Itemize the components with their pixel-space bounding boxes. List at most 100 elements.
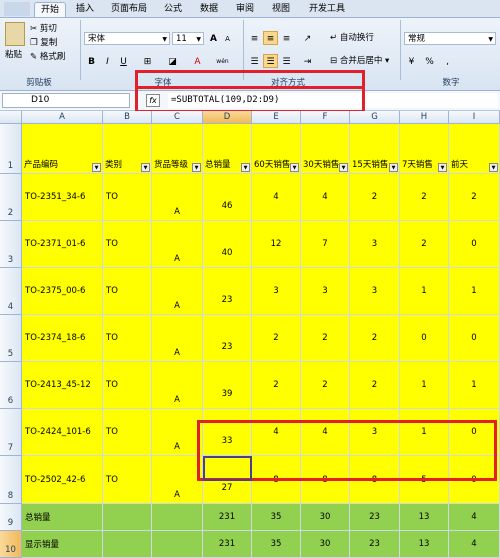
header-cell-d[interactable]: 总销量 ▼ <box>203 124 252 174</box>
data-cell[interactable]: 3 <box>350 409 400 456</box>
data-cell[interactable]: 23 <box>203 268 252 315</box>
data-cell[interactable]: 0 <box>449 409 500 456</box>
select-all-corner[interactable] <box>0 111 22 124</box>
data-cell[interactable]: TO <box>103 268 152 315</box>
header-cell-g[interactable]: 15天销售 ▼ <box>350 124 400 174</box>
data-cell[interactable]: A <box>152 456 203 504</box>
total-cell[interactable]: 4 <box>449 504 500 531</box>
total-cell[interactable]: 4 <box>449 531 500 558</box>
row-header-7[interactable]: 7 <box>0 409 22 456</box>
comma-button[interactable]: , <box>440 54 455 68</box>
data-cell[interactable]: 4 <box>252 409 301 456</box>
data-cell[interactable]: TO <box>103 362 152 409</box>
data-cell[interactable]: TO-2424_101-6 <box>22 409 103 456</box>
data-cell[interactable]: 40 <box>203 221 252 268</box>
data-cell[interactable]: 2 <box>301 315 350 362</box>
align-middle-button[interactable]: ≡ <box>263 31 278 45</box>
total-cell[interactable]: 显示销量 <box>22 531 103 558</box>
data-cell[interactable]: 2 <box>252 315 301 362</box>
total-cell[interactable]: 13 <box>400 504 449 531</box>
paste-icon[interactable] <box>5 22 25 46</box>
filter-dropdown-icon[interactable]: ▼ <box>141 163 150 172</box>
column-header-i[interactable]: I <box>449 111 500 124</box>
data-cell[interactable]: 7 <box>301 221 350 268</box>
data-cell[interactable]: 1 <box>449 268 500 315</box>
data-cell[interactable]: TO-2371_01-6 <box>22 221 103 268</box>
filter-dropdown-icon[interactable]: ▼ <box>438 163 447 172</box>
total-cell[interactable] <box>152 504 203 531</box>
border-button[interactable]: ⊞ <box>140 54 155 68</box>
font-size-combo[interactable]: 11 ▼ <box>172 32 204 45</box>
font-color-button[interactable]: A <box>190 54 205 68</box>
data-cell[interactable]: 39 <box>203 362 252 409</box>
data-cell[interactable]: 1 <box>449 362 500 409</box>
row-header-5[interactable]: 5 <box>0 315 22 362</box>
row-header-2[interactable]: 2 <box>0 174 22 221</box>
row-header-9[interactable]: 9 <box>0 504 22 531</box>
data-cell[interactable]: 4 <box>301 409 350 456</box>
column-header-a[interactable]: A <box>22 111 103 124</box>
align-left-button[interactable]: ☰ <box>247 54 262 68</box>
align-top-button[interactable]: ≡ <box>247 31 262 45</box>
total-cell[interactable] <box>103 504 152 531</box>
data-cell[interactable]: 0 <box>449 221 500 268</box>
tab-formulas[interactable]: 公式 <box>160 2 186 16</box>
data-cell[interactable]: TO-2413_45-12 <box>22 362 103 409</box>
data-cell[interactable]: A <box>152 174 203 221</box>
data-cell[interactable]: TO-2374_18-6 <box>22 315 103 362</box>
row-header-10[interactable]: 10 <box>0 531 22 558</box>
header-cell-h[interactable]: 7天销售 ▼ <box>400 124 449 174</box>
data-cell[interactable]: 27 <box>203 456 252 504</box>
column-header-e[interactable]: E <box>252 111 301 124</box>
tab-home[interactable]: 开始 <box>34 2 66 17</box>
tab-insert[interactable]: 插入 <box>72 2 98 16</box>
filter-dropdown-icon[interactable]: ▼ <box>389 163 398 172</box>
formula-input[interactable]: =SUBTOTAL(109,D2:D9) <box>168 93 498 108</box>
data-cell[interactable]: 3 <box>252 268 301 315</box>
data-cell[interactable]: 5 <box>400 456 449 504</box>
header-cell-f[interactable]: 30天销售 ▼ <box>301 124 350 174</box>
tab-data[interactable]: 数据 <box>196 2 222 16</box>
data-cell[interactable]: TO <box>103 315 152 362</box>
filter-dropdown-icon[interactable]: ▼ <box>241 163 250 172</box>
data-cell[interactable]: 0 <box>449 456 500 504</box>
data-cell[interactable]: 8 <box>301 456 350 504</box>
total-cell[interactable] <box>152 531 203 558</box>
font-name-combo[interactable]: 宋体 ▼ <box>84 32 170 45</box>
tab-developer[interactable]: 开发工具 <box>304 2 350 16</box>
data-cell[interactable]: 2 <box>400 221 449 268</box>
format-painter-button[interactable]: ✎ 格式刷 <box>30 51 65 64</box>
data-cell[interactable]: TO <box>103 174 152 221</box>
data-cell[interactable]: TO <box>103 456 152 504</box>
data-cell[interactable]: 2 <box>400 174 449 221</box>
data-cell[interactable]: TO <box>103 221 152 268</box>
data-cell[interactable]: 2 <box>350 315 400 362</box>
data-cell[interactable]: 46 <box>203 174 252 221</box>
filter-dropdown-icon[interactable]: ▼ <box>192 163 201 172</box>
bold-button[interactable]: B <box>84 54 99 68</box>
cut-button[interactable]: ✂ 剪切 <box>30 23 57 36</box>
column-header-h[interactable]: H <box>400 111 449 124</box>
underline-button[interactable]: U <box>116 54 131 68</box>
shrink-font-button[interactable]: A <box>220 31 235 45</box>
data-cell[interactable]: 12 <box>252 221 301 268</box>
data-cell[interactable]: 1 <box>400 362 449 409</box>
data-cell[interactable]: A <box>152 315 203 362</box>
data-cell[interactable]: 4 <box>301 174 350 221</box>
orientation-button[interactable]: ↗ <box>300 31 315 45</box>
data-cell[interactable]: 3 <box>350 268 400 315</box>
name-box[interactable]: D10 <box>2 93 130 108</box>
data-cell[interactable]: 2 <box>301 362 350 409</box>
row-header-8[interactable]: 8 <box>0 456 22 504</box>
indent-button[interactable]: ⇥ <box>300 54 315 68</box>
total-cell[interactable]: 30 <box>301 504 350 531</box>
data-cell[interactable]: TO <box>103 409 152 456</box>
data-cell[interactable]: 8 <box>252 456 301 504</box>
total-cell[interactable]: 30 <box>301 531 350 558</box>
phonetic-button[interactable]: wén <box>215 54 230 68</box>
data-cell[interactable]: A <box>152 362 203 409</box>
data-cell[interactable]: 3 <box>350 221 400 268</box>
header-cell-e[interactable]: 60天销售 ▼ <box>252 124 301 174</box>
column-header-c[interactable]: C <box>152 111 203 124</box>
merge-center-button[interactable]: ⊟ 合并后居中 ▾ <box>330 55 389 68</box>
